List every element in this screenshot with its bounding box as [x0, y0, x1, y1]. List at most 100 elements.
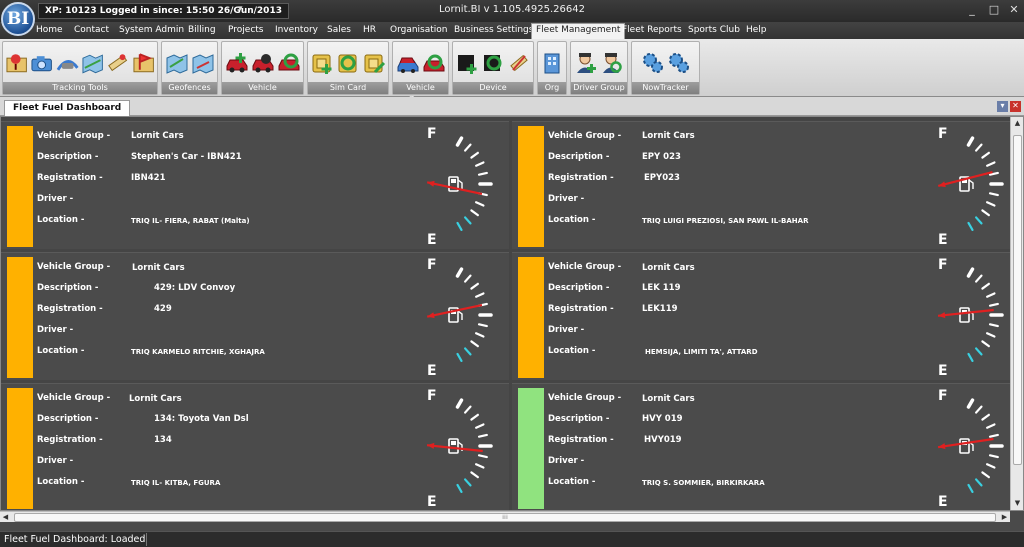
vehicle-card[interactable]: Vehicle Group - Lornit Cars Description … [512, 121, 1020, 249]
add-device-icon[interactable] [455, 50, 479, 76]
menu-fleet-reports[interactable]: Fleet Reports [618, 24, 686, 39]
device-tool-icon[interactable] [507, 50, 531, 76]
maximize-button[interactable]: □ [986, 3, 1002, 16]
search-device-icon[interactable] [481, 50, 505, 76]
vehicle-card[interactable]: Vehicle Group - Lornit Cars Description … [512, 383, 1020, 510]
vehicle-card[interactable]: Vehicle Group - Lornit Cars Description … [1, 121, 509, 249]
flag-icon[interactable] [132, 50, 155, 76]
gauge-full-label: F [427, 126, 437, 142]
scroll-up-icon[interactable]: ▲ [1011, 117, 1024, 130]
building-icon[interactable] [540, 50, 564, 76]
vehicle-status-bar [518, 388, 544, 509]
gauge-needle [426, 303, 483, 318]
gauge-low-tick [967, 483, 974, 493]
menu-organisation[interactable]: Organisation [386, 24, 452, 39]
vehicle-status-bar [518, 257, 544, 378]
search-vehicle-icon[interactable] [277, 50, 301, 76]
menu-sports-club[interactable]: Sports Club [684, 24, 744, 39]
menu-system-admin[interactable]: System Admin [115, 24, 188, 39]
gauge-full-label: F [938, 257, 948, 273]
gauge-tick [975, 274, 983, 283]
search-vehicle-group-icon[interactable] [422, 50, 446, 76]
gauge-tick [988, 302, 999, 307]
vehicle-group-value: Lornit Cars [131, 131, 184, 141]
menu-projects[interactable]: Projects [224, 24, 267, 39]
vehicle-card[interactable]: Vehicle Group - Lornit Cars Description … [1, 383, 509, 510]
gauge-tick [470, 340, 479, 348]
ribbon-group-label: Driver Group [571, 82, 627, 94]
menu-contact[interactable]: Contact [70, 24, 113, 39]
gauge-empty-label: E [427, 494, 437, 509]
fuel-gauge: FE [426, 257, 493, 378]
ribbon-group-label: Tracking Tools [3, 82, 157, 94]
gears-icon[interactable] [641, 50, 665, 76]
driver-label: Driver - [548, 325, 585, 335]
vehicle-group-value: Lornit Cars [132, 263, 185, 273]
gears-settings-icon[interactable] [667, 50, 691, 76]
edit-vehicle-icon[interactable] [251, 50, 275, 76]
vertical-scroll-thumb[interactable] [1013, 135, 1022, 465]
add-vehicle-icon[interactable] [225, 50, 249, 76]
vehicle-group-label: Vehicle Group - [37, 393, 111, 403]
vehicle-card[interactable]: Vehicle Group - Lornit Cars Description … [1, 252, 509, 380]
tab-list-dropdown-icon[interactable]: ▾ [997, 101, 1008, 112]
menu-help[interactable]: Help [742, 24, 771, 39]
ribbon-group-label: Device [453, 82, 533, 94]
geofence-edit-icon[interactable] [191, 50, 215, 76]
tab-fleet-fuel-dashboard[interactable]: Fleet Fuel Dashboard [4, 100, 131, 116]
edit-simcard-icon[interactable] [362, 50, 386, 76]
camera-icon[interactable] [30, 50, 53, 76]
close-window-button[interactable]: ✕ [1006, 3, 1022, 16]
map-pin-icon[interactable] [5, 50, 28, 76]
car-route-icon[interactable] [56, 50, 79, 76]
vertical-scrollbar[interactable]: ▲ ▼ [1010, 117, 1023, 510]
menu-hr[interactable]: HR [359, 24, 380, 39]
ribbon-group-nowtracker: NowTracker [631, 41, 700, 95]
ribbon-group-org: Org [537, 41, 567, 95]
gauge-low-tick [456, 352, 463, 362]
description-label: Description - [548, 152, 610, 162]
scroll-down-icon[interactable]: ▼ [1011, 497, 1024, 510]
menu-billing[interactable]: Billing [184, 24, 220, 39]
registration-label: Registration - [548, 304, 614, 314]
gauge-tick [470, 413, 479, 421]
search-driver-icon[interactable] [600, 50, 624, 76]
add-driver-icon[interactable] [574, 50, 598, 76]
scroll-left-icon[interactable]: ◀ [0, 512, 11, 523]
ribbon-group-label: Vehicle [222, 82, 303, 94]
menu-sales[interactable]: Sales [323, 24, 355, 39]
horizontal-scrollbar[interactable]: ◀ ⁞⁞⁞ ▶ [0, 511, 1010, 522]
app-logo[interactable]: BI [1, 2, 35, 36]
map-icon[interactable] [81, 50, 104, 76]
vehicle-group-value: Lornit Cars [642, 263, 695, 273]
ribbon-group-device: Device [452, 41, 534, 95]
registration-label: Registration - [548, 173, 614, 183]
vehicle-card[interactable]: Vehicle Group - Lornit Cars Description … [512, 252, 1020, 380]
ribbon-group-driver-group: Driver Group [570, 41, 628, 95]
geofence-map-icon[interactable] [165, 50, 189, 76]
ribbon-group-label: NowTracker [632, 82, 699, 94]
menu-fleet-management[interactable]: Fleet Management [531, 23, 626, 39]
gauge-tick [986, 161, 996, 167]
menu-home[interactable]: Home [32, 24, 67, 39]
search-simcard-icon[interactable] [336, 50, 360, 76]
gauge-tick [988, 433, 999, 438]
horizontal-scroll-thumb[interactable]: ⁞⁞⁞ [14, 513, 996, 522]
minimize-button[interactable]: _ [964, 3, 980, 16]
ruler-icon[interactable] [106, 50, 129, 76]
location-label: Location - [37, 215, 85, 225]
menu-inventory[interactable]: Inventory [271, 24, 322, 39]
gauge-low-tick [967, 221, 974, 231]
ribbon-group-sim-card: Sim Card [307, 41, 389, 95]
add-simcard-icon[interactable] [310, 50, 334, 76]
gauge-low-tick [464, 216, 472, 225]
gauge-tick [475, 423, 485, 429]
close-tab-icon[interactable]: ✕ [1010, 101, 1021, 112]
menu-business-settings[interactable]: Business Settings [450, 24, 537, 39]
fuel-gauge: FE [426, 388, 493, 509]
gauge-low-tick [456, 483, 463, 493]
vehicle-group-icon[interactable] [396, 50, 420, 76]
gauge-empty-label: E [427, 232, 437, 247]
description-label: Description - [37, 414, 99, 424]
scroll-right-icon[interactable]: ▶ [999, 512, 1010, 523]
